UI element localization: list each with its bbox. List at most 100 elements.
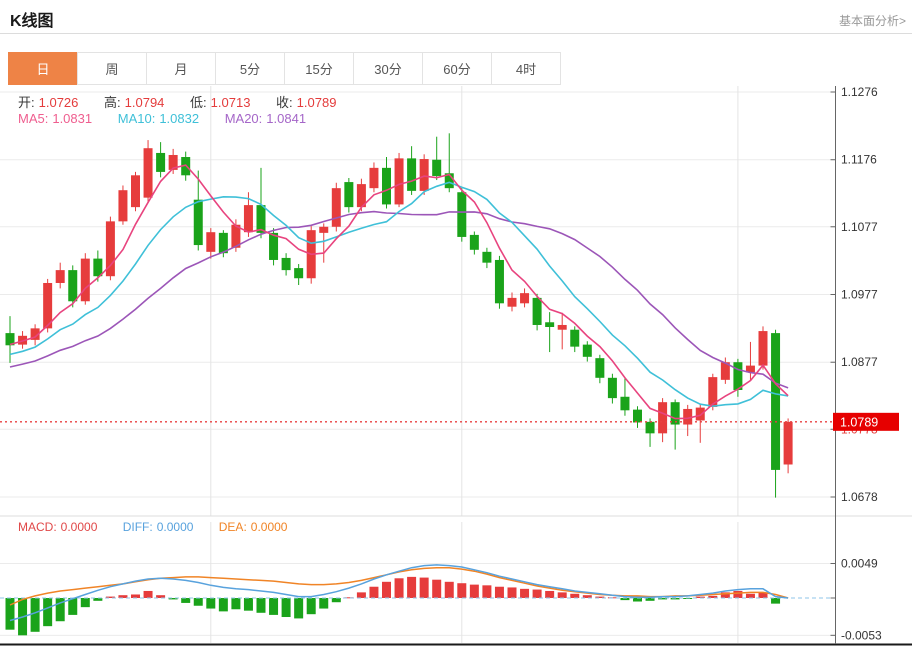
- diff-value: 0.0000: [156, 520, 194, 534]
- macd-histogram: [5, 576, 781, 636]
- dea-value: 0.0000: [250, 520, 288, 534]
- dea-label: DEA:: [218, 520, 247, 534]
- period-tabs: 日 周 月 5分 15分 30分 60分 4时: [8, 52, 561, 85]
- macd-bar: [771, 598, 781, 604]
- tab-60min[interactable]: 60分: [422, 52, 492, 85]
- open-value: 1.0726: [38, 95, 79, 110]
- candle-body: [319, 226, 329, 233]
- tab-30min[interactable]: 30分: [353, 52, 423, 85]
- ma20-label: MA20:: [224, 111, 263, 126]
- candle-body: [143, 148, 153, 198]
- macd-bar: [294, 598, 304, 619]
- macd-bar: [369, 586, 379, 598]
- candle-body: [695, 407, 705, 421]
- candle-body: [733, 362, 743, 390]
- candlestick-layer: [5, 133, 793, 498]
- candle-body: [131, 175, 140, 208]
- candle-body: [545, 322, 555, 328]
- macd-bar: [43, 598, 53, 627]
- diff-label: DIFF:: [122, 520, 153, 534]
- candle-body: [256, 205, 266, 233]
- candle-body: [80, 258, 90, 302]
- candle-body: [633, 409, 642, 423]
- macd-bar: [419, 577, 429, 598]
- macd-bar: [269, 598, 279, 615]
- macd-bar: [231, 598, 241, 610]
- candle-body: [469, 234, 479, 250]
- macd-bar: [256, 598, 266, 613]
- candle-body: [758, 331, 768, 366]
- macd-bar: [432, 579, 442, 598]
- candle-body: [331, 188, 341, 227]
- macd-bar: [469, 584, 479, 598]
- macd-bar: [532, 589, 542, 598]
- macd-bar: [545, 590, 555, 598]
- axis-tick-label: -0.0053: [841, 628, 882, 642]
- candle-body: [582, 344, 592, 357]
- ma5-label: MA5:: [18, 111, 49, 126]
- low-value: 1.0713: [210, 95, 251, 110]
- macd-bar: [331, 598, 341, 603]
- fundamental-analysis-link[interactable]: 基本面分析>: [839, 12, 906, 29]
- kline-page: K线图 基本面分析> 日 周 月 5分 15分 30分 60分 4时 开: 1.0…: [0, 0, 912, 648]
- header-divider: [0, 33, 912, 34]
- tab-week[interactable]: 周: [77, 52, 147, 85]
- close-label: 收:: [276, 95, 293, 110]
- macd-bar: [143, 590, 153, 598]
- macd-value: 0.0000: [60, 520, 98, 534]
- axis-tick-label: 1.1176: [841, 153, 877, 167]
- candle-body: [771, 333, 781, 470]
- macd-label: MACD:: [18, 520, 57, 534]
- macd-bar: [243, 598, 253, 611]
- ma10-value: 1.0832: [159, 111, 200, 126]
- candle-body: [457, 192, 467, 237]
- macd-readout: MACD: 0.0000 DIFF: 0.0000 DEA: 0.0000: [18, 520, 291, 534]
- tab-month[interactable]: 月: [146, 52, 216, 85]
- candle-body: [156, 152, 166, 172]
- macd-bar: [218, 598, 228, 612]
- tab-5min[interactable]: 5分: [215, 52, 285, 85]
- candle-body: [243, 205, 253, 233]
- macd-bar: [5, 598, 15, 630]
- macd-bar: [733, 590, 743, 598]
- macd-bar: [131, 594, 140, 598]
- candle-body: [507, 297, 517, 307]
- candle-body: [494, 259, 504, 304]
- candle-body: [419, 159, 429, 191]
- candle-body: [432, 159, 442, 176]
- axis-tick-label: 1.1276: [841, 85, 878, 99]
- ohlc-readout: 开: 1.0726 高: 1.0794 低: 1.0713 收: 1.0789: [18, 92, 340, 111]
- close-value: 1.0789: [296, 95, 337, 110]
- macd-bar: [407, 576, 417, 598]
- tab-day[interactable]: 日: [8, 52, 78, 85]
- macd-bar: [281, 598, 291, 618]
- macd-bar: [507, 587, 517, 598]
- ma20-line: [9, 210, 789, 389]
- macd-bar: [570, 593, 580, 598]
- open-label: 开:: [18, 95, 35, 110]
- tab-15min[interactable]: 15分: [284, 52, 354, 85]
- candle-body: [68, 270, 78, 302]
- candle-body: [269, 232, 279, 260]
- candle-body: [118, 190, 128, 222]
- macd-bar: [745, 593, 755, 598]
- axis-tick-label: 1.0877: [841, 355, 878, 369]
- macd-bar: [319, 598, 329, 609]
- macd-bar: [482, 585, 492, 598]
- candle-body: [783, 421, 793, 465]
- candle-body: [570, 329, 580, 347]
- ma20-value: 1.0841: [266, 111, 307, 126]
- high-label: 高:: [104, 95, 121, 110]
- macd-bar: [193, 598, 203, 606]
- current-price-badge: 1.0789: [833, 412, 899, 431]
- tab-4hour[interactable]: 4时: [491, 52, 561, 85]
- candle-body: [620, 396, 630, 411]
- candle-body: [557, 324, 567, 330]
- macd-bar: [181, 598, 191, 603]
- page-title: K线图: [10, 13, 54, 30]
- macd-bar: [356, 592, 366, 598]
- candle-body: [344, 182, 354, 208]
- axis-tick-label: 1.1077: [841, 220, 878, 234]
- candle-body: [206, 232, 216, 252]
- candle-body: [93, 258, 103, 277]
